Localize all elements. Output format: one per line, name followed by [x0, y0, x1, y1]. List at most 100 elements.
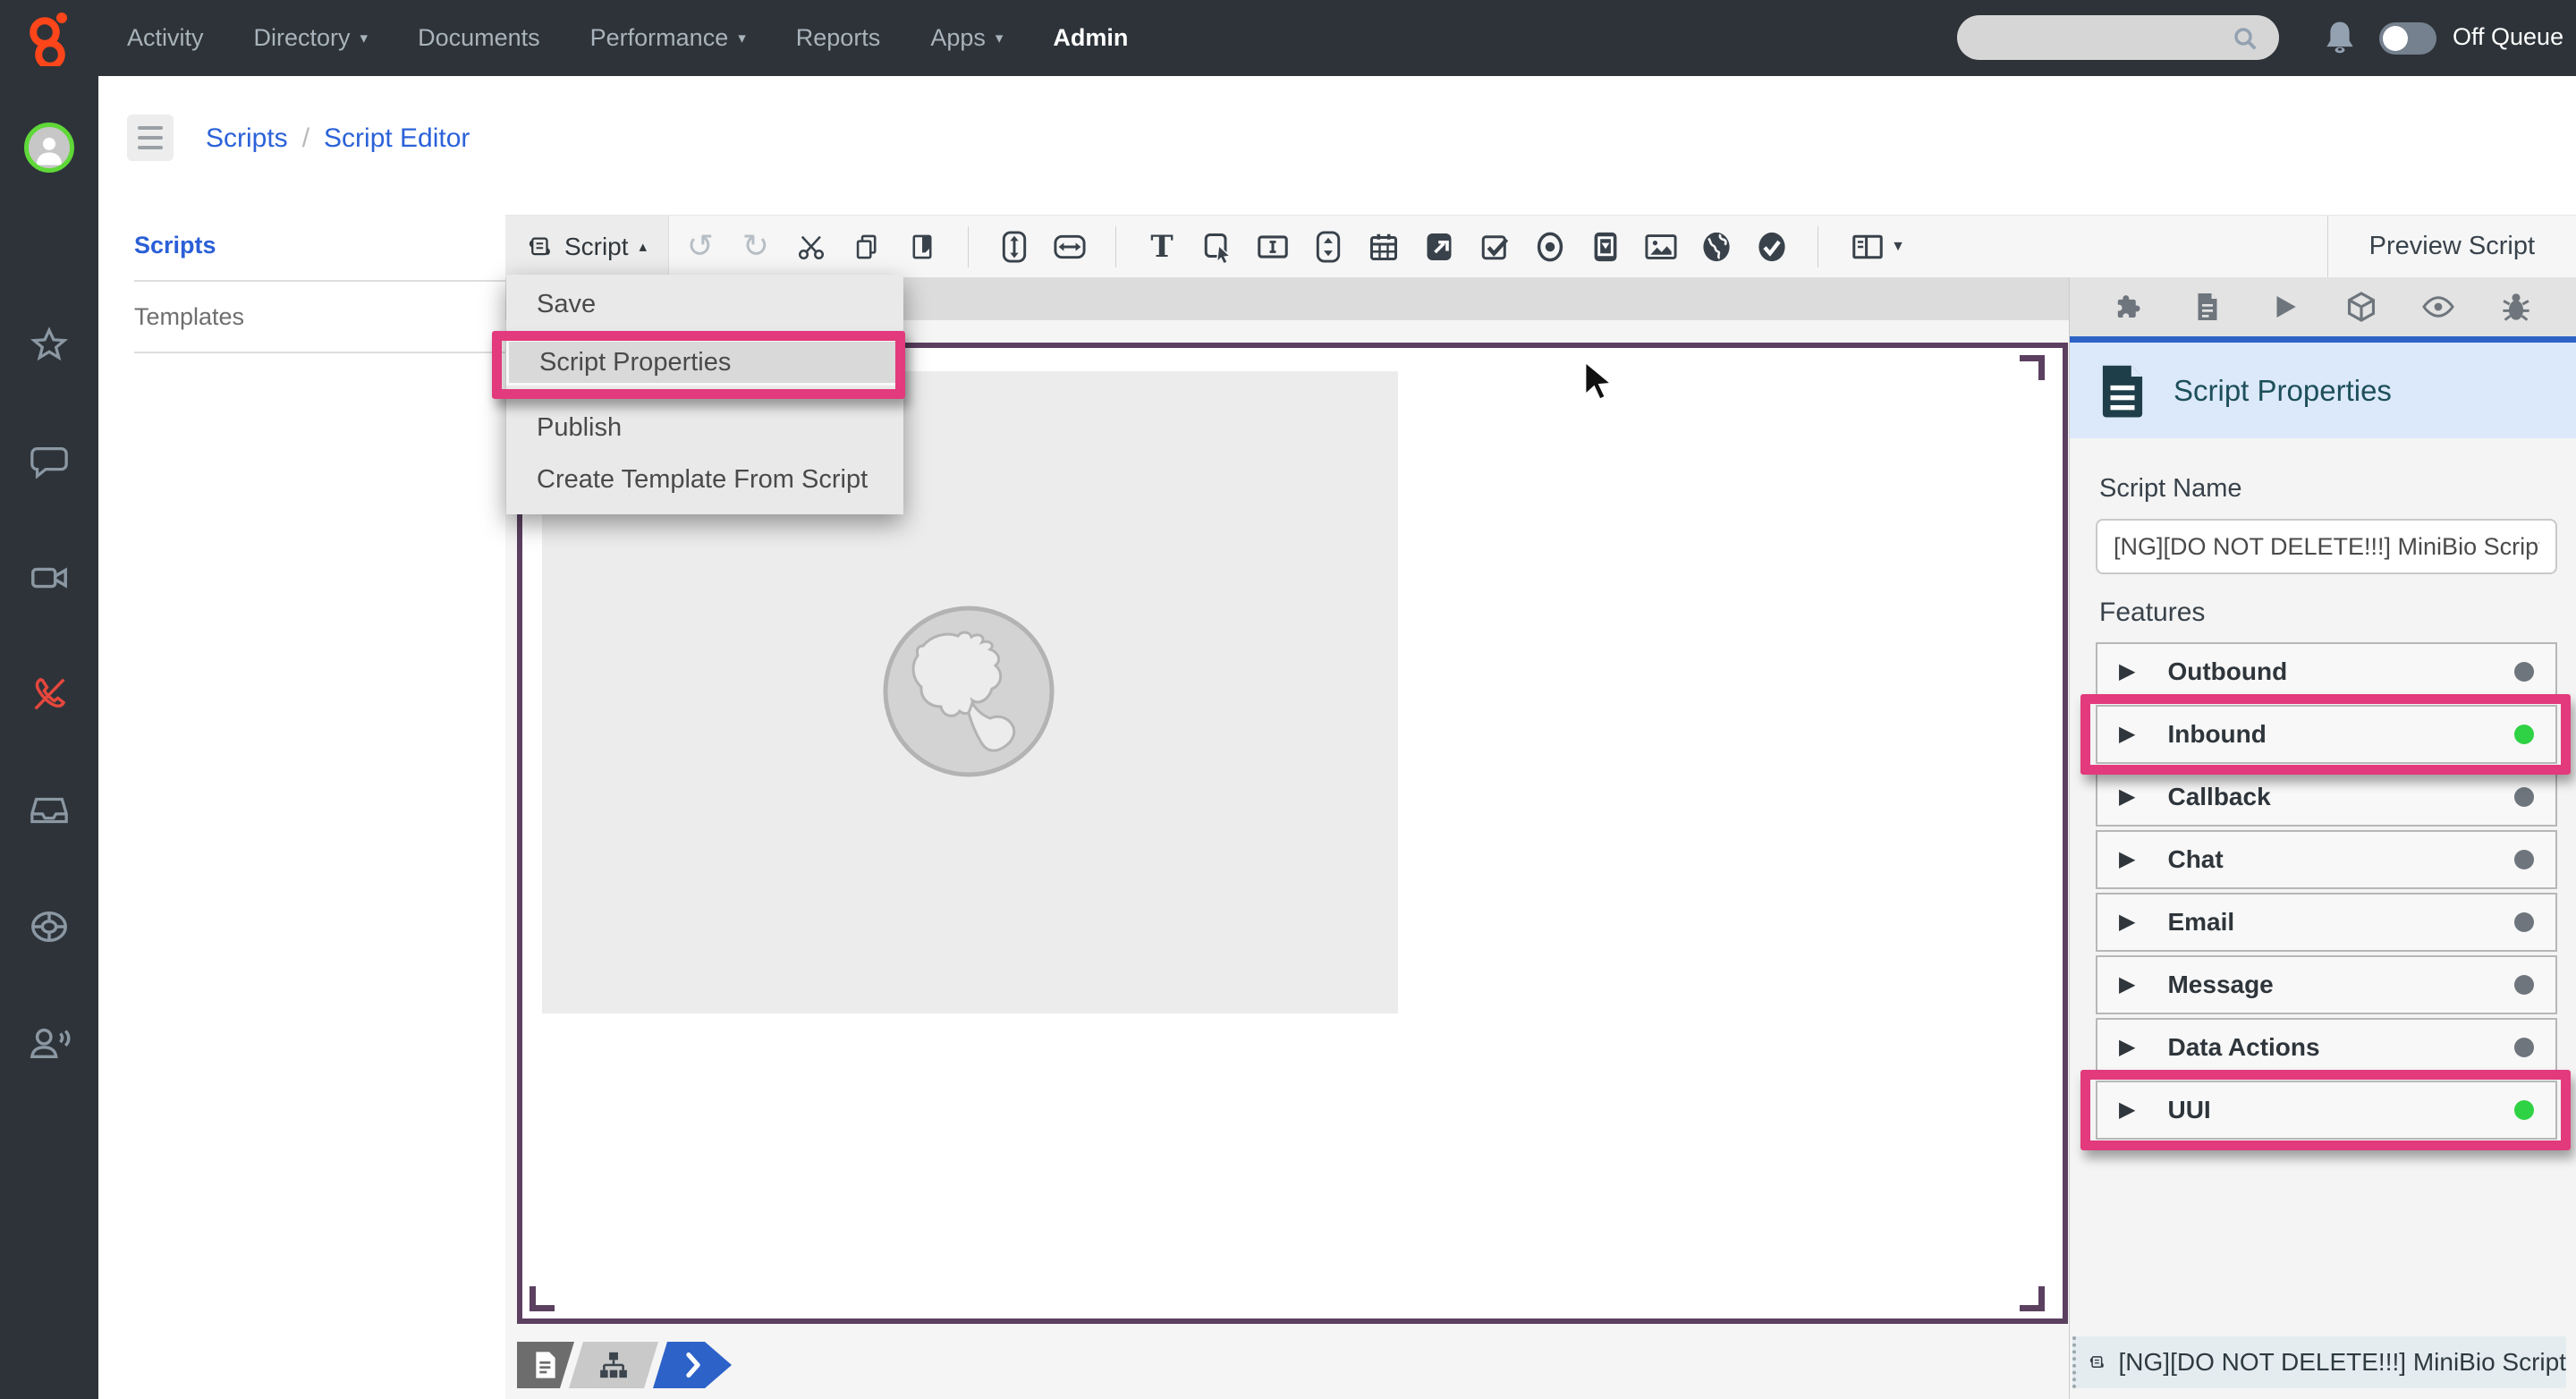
calendar-tool-icon[interactable] [1367, 228, 1401, 266]
script-menu-button[interactable]: Script ▴ [505, 216, 669, 278]
agent-speaking-icon[interactable] [27, 1022, 72, 1064]
sidebar-item-scripts[interactable]: Scripts [134, 210, 505, 282]
current-script-chip[interactable]: [NG][DO NOT DELETE!!!] MiniBio Script [2072, 1336, 2566, 1388]
expand-triangle-icon: ▶ [2119, 724, 2135, 745]
preview-script-button[interactable]: Preview Script [2327, 216, 2576, 278]
vertical-size-icon[interactable] [997, 228, 1031, 266]
support-ring-icon[interactable] [28, 906, 71, 947]
feature-status-dot [2514, 1100, 2534, 1120]
nav-item-activity[interactable]: Activity ▾ [127, 24, 204, 52]
feature-row-email[interactable]: ▶ Email [2096, 893, 2557, 952]
radio-tool-icon[interactable] [1533, 228, 1567, 266]
notifications-bell-icon[interactable] [2320, 17, 2360, 58]
editor-toolbar: Script ▴ ↺ ↻ T [505, 215, 2576, 277]
nav-item-label: Admin [1053, 24, 1128, 52]
panel-icon-strip [2070, 277, 2576, 343]
sidebar-item-templates[interactable]: Templates [134, 282, 505, 353]
feature-status-dot [2514, 975, 2534, 995]
top-nav: Activity ▾ Directory ▾ Documents ▾ Perfo… [127, 0, 1128, 76]
script-name-input[interactable] [2096, 519, 2557, 574]
nav-item-performance[interactable]: Performance ▾ [590, 24, 746, 52]
nav-item-directory[interactable]: Directory ▾ [254, 24, 369, 52]
menu-item-label: Create Template From Script [537, 465, 868, 494]
breadcrumb-scripts-link[interactable]: Scripts [206, 123, 288, 154]
video-camera-icon[interactable] [28, 557, 71, 598]
menu-item-save[interactable]: Save [506, 278, 903, 330]
pages-document-icon[interactable] [2190, 288, 2224, 326]
feature-row-message[interactable]: ▶ Message [2096, 955, 2557, 1014]
expand-triangle-icon: ▶ [2119, 661, 2135, 683]
spinner-tool-icon[interactable] [1311, 228, 1345, 266]
input-tool-icon[interactable] [1256, 228, 1290, 266]
components-puzzle-icon[interactable] [2113, 288, 2147, 326]
script-scroll-icon [527, 233, 554, 260]
layout-tool-icon[interactable]: ▼ [1847, 228, 1910, 266]
toolbar-icons: ↺ ↻ T [683, 226, 1910, 267]
feature-label: Data Actions [2167, 1033, 2319, 1062]
properties-panel: Script Properties Script Name Features ▶… [2069, 277, 2576, 1399]
redo-button[interactable]: ↻ [739, 228, 773, 266]
click-tool-icon[interactable] [1200, 228, 1234, 266]
feature-row-inbound[interactable]: ▶ Inbound [2096, 705, 2557, 764]
expand-triangle-icon: ▶ [2119, 974, 2135, 996]
expand-triangle-icon: ▶ [2119, 849, 2135, 870]
resources-cube-icon[interactable] [2344, 288, 2378, 326]
current-script-name: [NG][DO NOT DELETE!!!] MiniBio Script [2119, 1348, 2566, 1377]
horizontal-size-icon[interactable] [1053, 228, 1087, 266]
queue-status-toggle[interactable] [2379, 22, 2436, 55]
submit-tool-icon[interactable] [1755, 228, 1789, 266]
debug-bug-icon[interactable] [2499, 288, 2533, 326]
nav-item-label: Performance [590, 24, 729, 52]
toolbar-divider [1115, 226, 1116, 267]
menu-item-script-properties[interactable]: Script Properties [506, 339, 903, 386]
preview-eye-icon[interactable] [2421, 288, 2455, 326]
structure-view-tab[interactable] [569, 1342, 658, 1388]
panel-title: Script Properties [2174, 374, 2392, 408]
phone-disabled-icon[interactable] [29, 674, 70, 715]
person-icon [30, 131, 68, 168]
dropdown-tool-icon[interactable] [1589, 228, 1623, 266]
nav-item-apps[interactable]: Apps ▾ [930, 24, 1003, 52]
image-tool-icon[interactable] [1644, 228, 1678, 266]
feature-row-chat[interactable]: ▶ Chat [2096, 830, 2557, 889]
chevron-down-icon: ▾ [996, 30, 1004, 47]
nav-item-label: Apps [930, 24, 986, 52]
feature-row-outbound[interactable]: ▶ Outbound [2096, 642, 2557, 701]
feature-row-data-actions[interactable]: ▶ Data Actions [2096, 1018, 2557, 1077]
script-name-label: Script Name [2099, 474, 2242, 504]
web-tool-icon[interactable] [1699, 228, 1733, 266]
feature-label: Outbound [2167, 657, 2287, 686]
toolbar-divider [968, 226, 969, 267]
nav-item-reports[interactable]: Reports ▾ [796, 24, 881, 52]
cut-icon[interactable] [794, 228, 828, 266]
expand-triangle-icon: ▶ [2119, 786, 2135, 808]
nav-item-admin[interactable]: Admin ▾ [1053, 24, 1128, 52]
feature-row-callback[interactable]: ▶ Callback [2096, 767, 2557, 827]
top-bar: Activity ▾ Directory ▾ Documents ▾ Perfo… [0, 0, 2576, 76]
breadcrumb: Scripts / Script Editor [206, 123, 470, 154]
feature-row-uui[interactable]: ▶ UUI [2096, 1081, 2557, 1140]
script-dropdown-menu: Save Script Properties Publish Create Te… [506, 275, 903, 514]
script-menu-label: Script [564, 233, 629, 261]
menu-hamburger-button[interactable] [127, 114, 174, 161]
chat-bubble-icon[interactable] [29, 441, 70, 482]
favorites-star-icon[interactable] [29, 325, 70, 366]
feature-label: UUI [2167, 1096, 2210, 1124]
checkbox-tool-icon[interactable] [1478, 228, 1512, 266]
inbox-icon[interactable] [29, 790, 70, 831]
paste-icon[interactable] [905, 228, 939, 266]
run-play-icon[interactable] [2267, 288, 2301, 326]
search-icon [2231, 24, 2259, 53]
copy-icon[interactable] [850, 228, 884, 266]
sitemap-icon [598, 1350, 629, 1380]
nav-item-documents[interactable]: Documents ▾ [418, 24, 540, 52]
hyperlink-tool-icon[interactable] [1422, 228, 1456, 266]
user-avatar[interactable] [24, 123, 74, 173]
feature-label: Callback [2167, 783, 2270, 811]
scripts-side-panel: Scripts Templates [98, 210, 505, 1399]
breadcrumb-script-editor-link[interactable]: Script Editor [324, 123, 470, 154]
text-tool-icon[interactable]: T [1145, 228, 1179, 266]
menu-item-publish[interactable]: Publish [506, 402, 903, 454]
menu-item-create-template-from-script[interactable]: Create Template From Script [506, 454, 903, 505]
undo-button[interactable]: ↺ [683, 228, 717, 266]
